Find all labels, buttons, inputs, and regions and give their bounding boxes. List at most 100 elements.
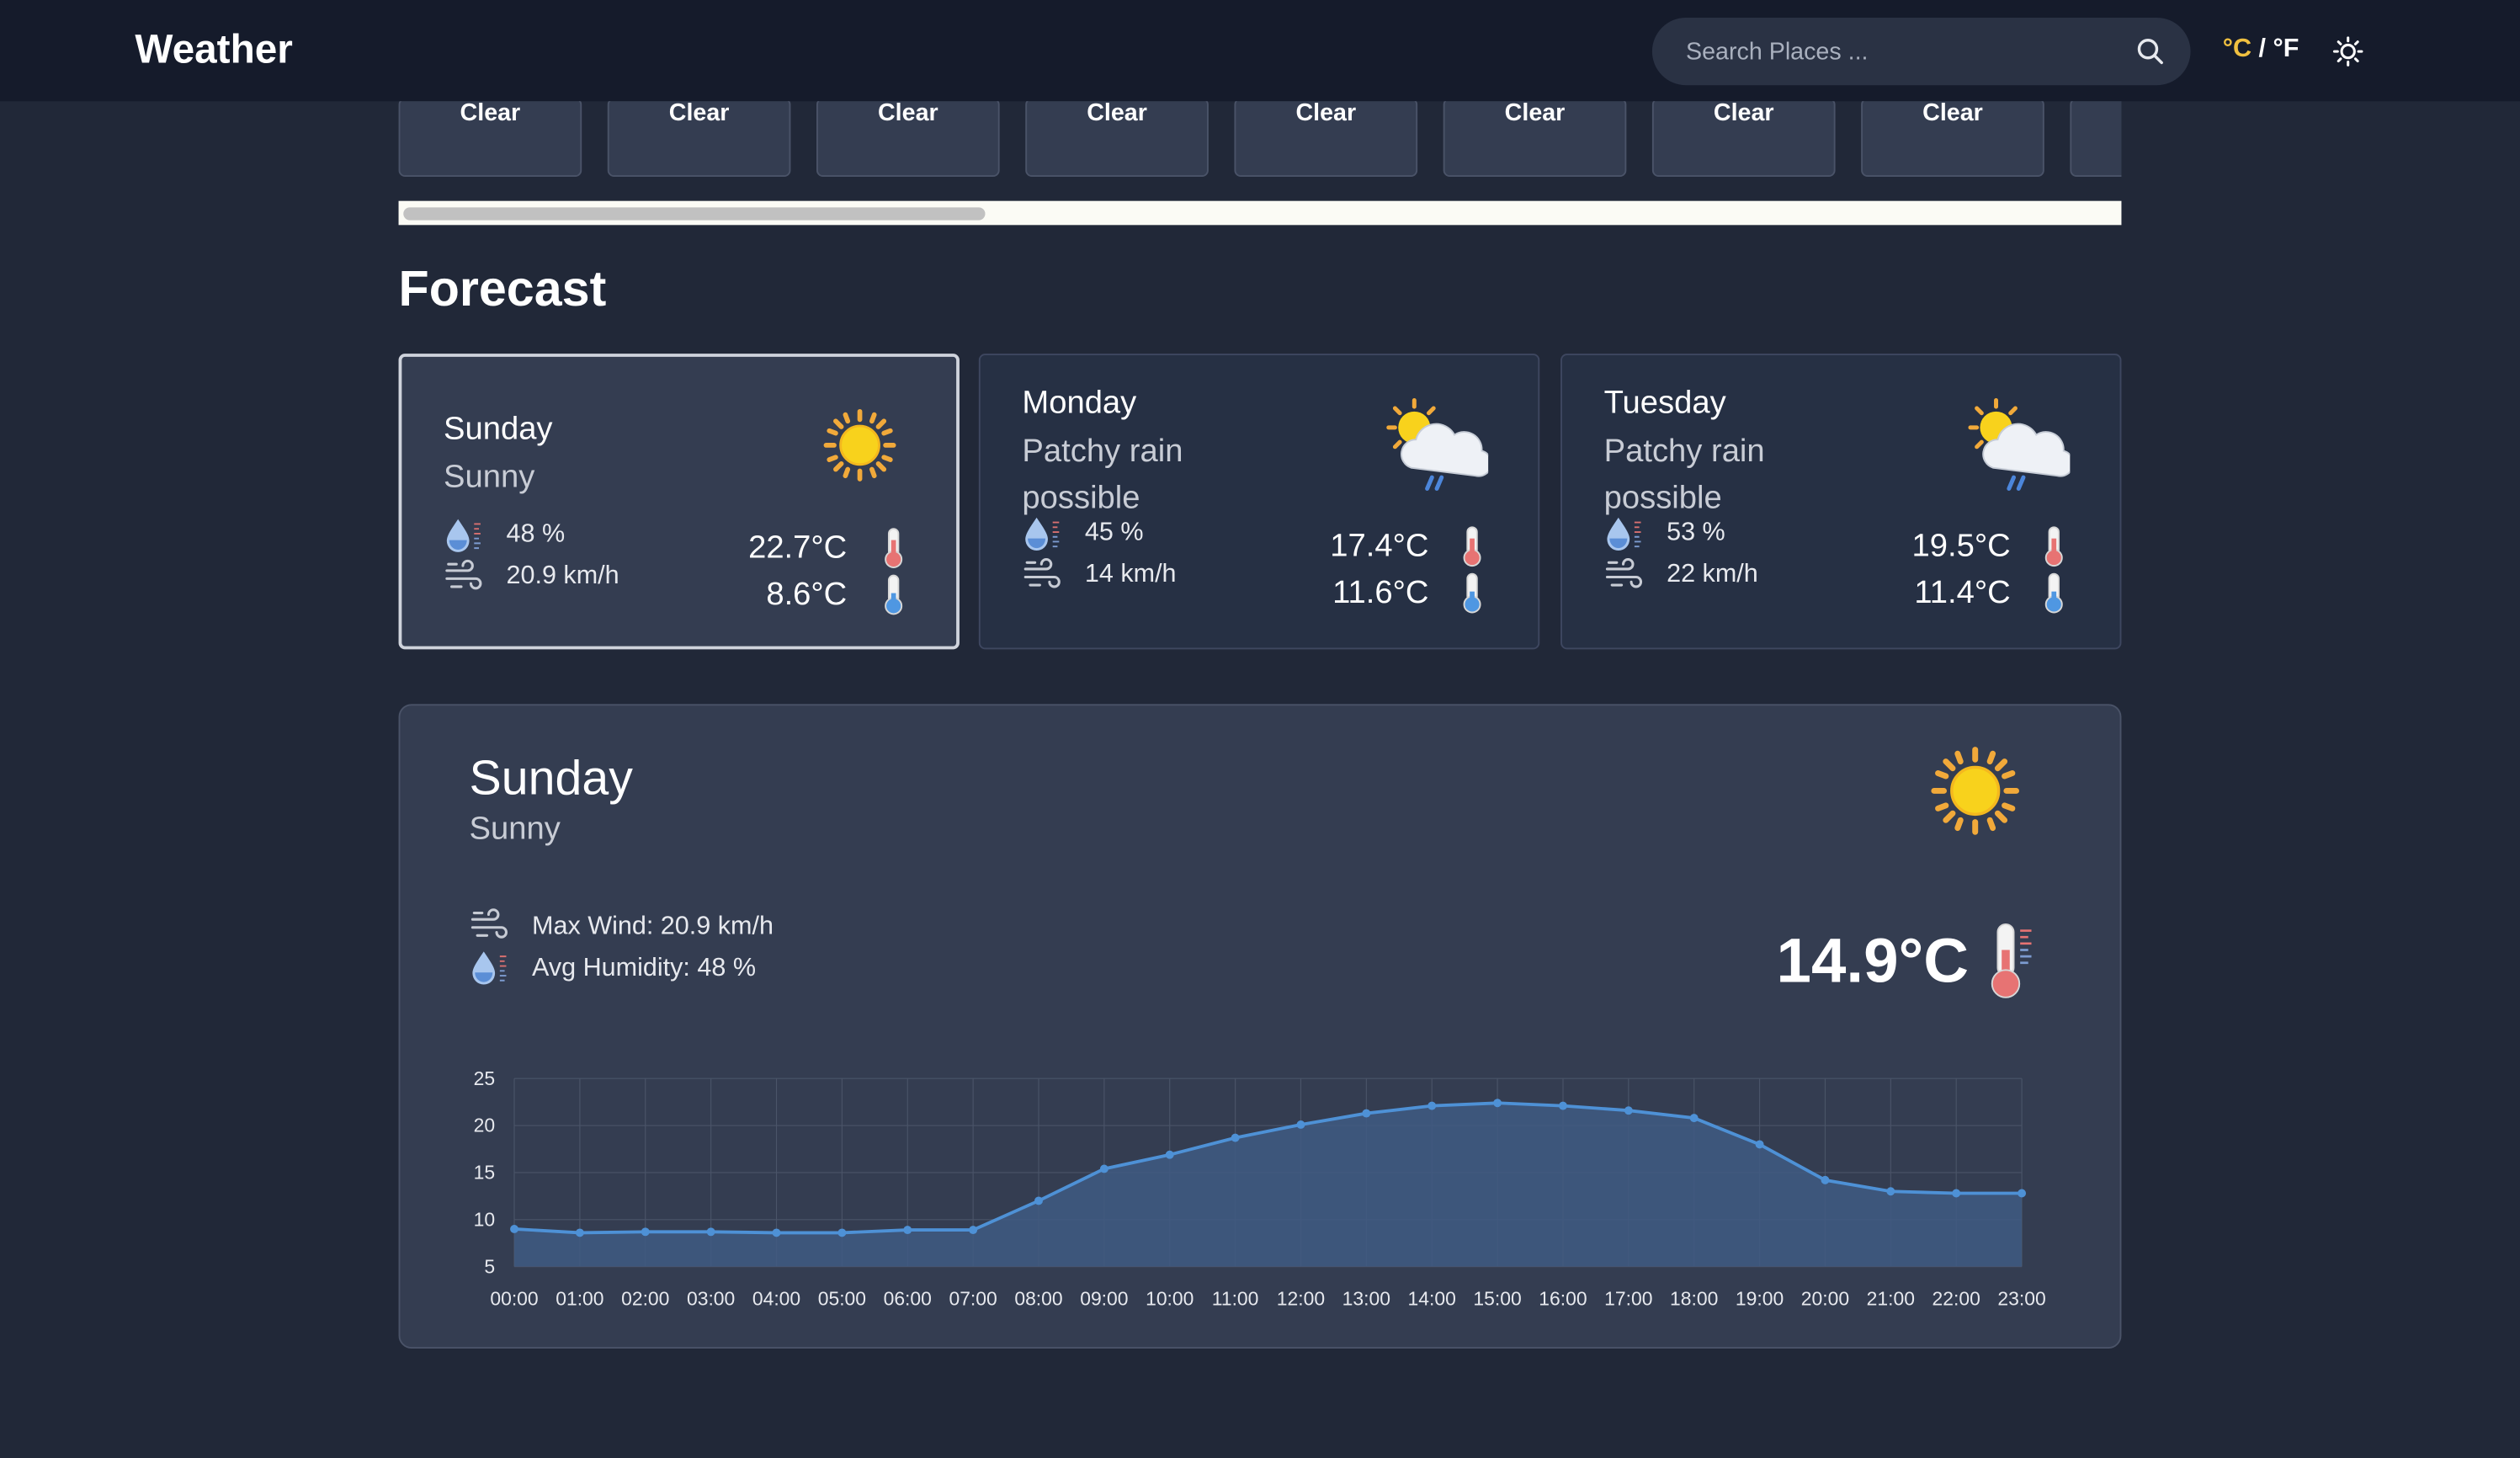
thermometer-hot-icon: [1463, 526, 1481, 567]
hourly-card[interactable]: Clear: [1234, 101, 1418, 178]
x-tick-label: 15:00: [1473, 1287, 1521, 1309]
hourly-strip[interactable]: Clear Clear Clear Clear Clear Clear Clea…: [398, 101, 2122, 181]
temperature-point: [1624, 1106, 1633, 1115]
hourly-temperature-chart: 25 20 15 10 5 00:00 01:00 02:00 03:00 04:00 05:00 0…: [474, 1067, 2046, 1310]
x-tick-label: 05:00: [818, 1287, 866, 1309]
hourly-condition: Clear: [668, 101, 730, 127]
patchy-rain-icon: [1968, 397, 2071, 491]
hourly-card[interactable]: Clear: [1443, 101, 1627, 178]
hourly-condition: Clear: [1295, 101, 1357, 127]
y-tick-label: 20: [474, 1115, 495, 1136]
hourly-scrollbar[interactable]: [398, 200, 2122, 226]
temperature-point: [1886, 1187, 1895, 1196]
forecast-title: Forecast: [398, 260, 607, 317]
temperature-point: [1362, 1109, 1371, 1118]
day-detail-panel: Sunday Sunny Max Wind: 20.9 km/h Avg Hum…: [398, 704, 2122, 1349]
hourly-card[interactable]: Clear: [1651, 101, 1836, 178]
x-tick-label: 14:00: [1408, 1287, 1456, 1309]
x-tick-label: 16:00: [1539, 1287, 1587, 1309]
search-icon[interactable]: [2136, 37, 2165, 66]
hourly-card[interactable]: Clear: [1025, 101, 1209, 178]
temperature-point: [2018, 1189, 2027, 1198]
patchy-rain-icon: [1386, 397, 1489, 491]
x-tick-label: 10:00: [1146, 1287, 1194, 1309]
hourly-card[interactable]: [2070, 101, 2122, 178]
humidity-icon: [1025, 517, 1060, 551]
hourly-condition: Clear: [1087, 101, 1147, 127]
wind-icon: [445, 559, 482, 590]
scrollbar-thumb[interactable]: [403, 207, 986, 221]
wind-icon: [1023, 557, 1061, 588]
x-tick-label: 02:00: [621, 1287, 669, 1309]
current-temp: 14.9°C: [1776, 927, 1970, 997]
forecast-card-tuesday[interactable]: Tuesday Patchy rain possible 53 % 22 km/…: [1560, 354, 2122, 650]
min-temp: 8.6°C: [766, 577, 848, 613]
humidity-icon: [446, 519, 481, 552]
humidity-value: 48 %: [506, 520, 566, 549]
temperature-point: [1165, 1150, 1174, 1159]
temperature-point: [772, 1228, 781, 1237]
temperature-point: [510, 1224, 518, 1233]
x-tick-label: 18:00: [1670, 1287, 1718, 1309]
detail-day: Sunday: [469, 752, 633, 806]
thermometer-cold-icon: [2044, 572, 2063, 614]
forecast-card-sunday[interactable]: Sunday Sunny 48 % 20.9 km/h 22.7°C 8.6°C: [398, 354, 960, 650]
forecast-condition: Sunny: [444, 460, 535, 496]
hourly-condition: Clear: [460, 101, 521, 127]
hourly-condition: Clear: [1504, 101, 1566, 127]
forecast-day: Sunday: [444, 411, 553, 447]
y-tick-label: 10: [474, 1208, 495, 1230]
humidity-value: 53 %: [1667, 519, 1725, 547]
temperature-point: [1427, 1101, 1437, 1110]
wind-value: 22 km/h: [1667, 561, 1758, 588]
y-tick-label: 15: [474, 1162, 495, 1184]
temperature-area: [514, 1103, 2023, 1267]
top-bar: Weather Search Places ... °C / °F: [0, 0, 2520, 102]
temperature-point: [837, 1228, 847, 1237]
temperature-point: [575, 1228, 584, 1237]
sun-icon: [1931, 747, 2020, 835]
wind-icon: [1605, 557, 1643, 588]
hourly-condition: Clear: [1713, 101, 1774, 127]
x-tick-label: 22:00: [1933, 1287, 1980, 1309]
x-tick-label: 20:00: [1801, 1287, 1849, 1309]
x-tick-label: 17:00: [1604, 1287, 1652, 1309]
hourly-card[interactable]: Clear: [607, 101, 791, 178]
x-tick-label: 19:00: [1736, 1287, 1784, 1309]
unit-fahrenheit[interactable]: °F: [2273, 35, 2299, 62]
unit-celsius[interactable]: °C: [2223, 35, 2252, 62]
unit-separator: /: [2252, 35, 2273, 63]
x-tick-label: 04:00: [752, 1287, 800, 1309]
temperature-point: [1559, 1101, 1567, 1110]
max-wind-text: Max Wind: 20.9 km/h: [532, 913, 774, 941]
max-temp: 17.4°C: [1330, 529, 1429, 565]
x-tick-label: 06:00: [884, 1287, 932, 1309]
max-temp: 22.7°C: [748, 530, 848, 567]
hourly-card[interactable]: Clear: [816, 101, 1000, 178]
x-tick-label: 13:00: [1342, 1287, 1390, 1309]
temperature-point: [1493, 1099, 1502, 1108]
x-tick-label: 11:00: [1212, 1287, 1259, 1309]
hourly-card[interactable]: Clear: [398, 101, 582, 178]
thermometer-cold-icon: [1463, 572, 1481, 614]
forecast-condition: Patchy rain possible: [1603, 434, 1765, 516]
x-tick-label: 00:00: [490, 1287, 538, 1309]
search-input[interactable]: Search Places ...: [1651, 18, 2191, 86]
temperature-point: [706, 1227, 715, 1237]
temperature-point: [1099, 1164, 1108, 1173]
humidity-icon: [1607, 517, 1641, 551]
search-placeholder: Search Places ...: [1686, 38, 1869, 67]
sun-icon: [823, 408, 896, 482]
theme-toggle-sun-icon[interactable]: [2332, 35, 2364, 67]
hourly-condition: Clear: [1922, 101, 1983, 127]
thermometer-cold-icon: [885, 574, 903, 615]
forecast-card-monday[interactable]: Monday Patchy rain possible 45 % 14 km/h…: [978, 354, 1540, 650]
forecast-day: Monday: [1022, 386, 1137, 422]
hourly-condition: Clear: [878, 101, 938, 127]
temperature-point: [641, 1227, 650, 1237]
unit-toggle[interactable]: °C / °F: [2223, 35, 2299, 64]
wind-value: 14 km/h: [1084, 561, 1177, 588]
hourly-card[interactable]: Clear: [1861, 101, 2044, 178]
detail-condition: Sunny: [469, 811, 561, 848]
wind-icon: [471, 908, 508, 939]
